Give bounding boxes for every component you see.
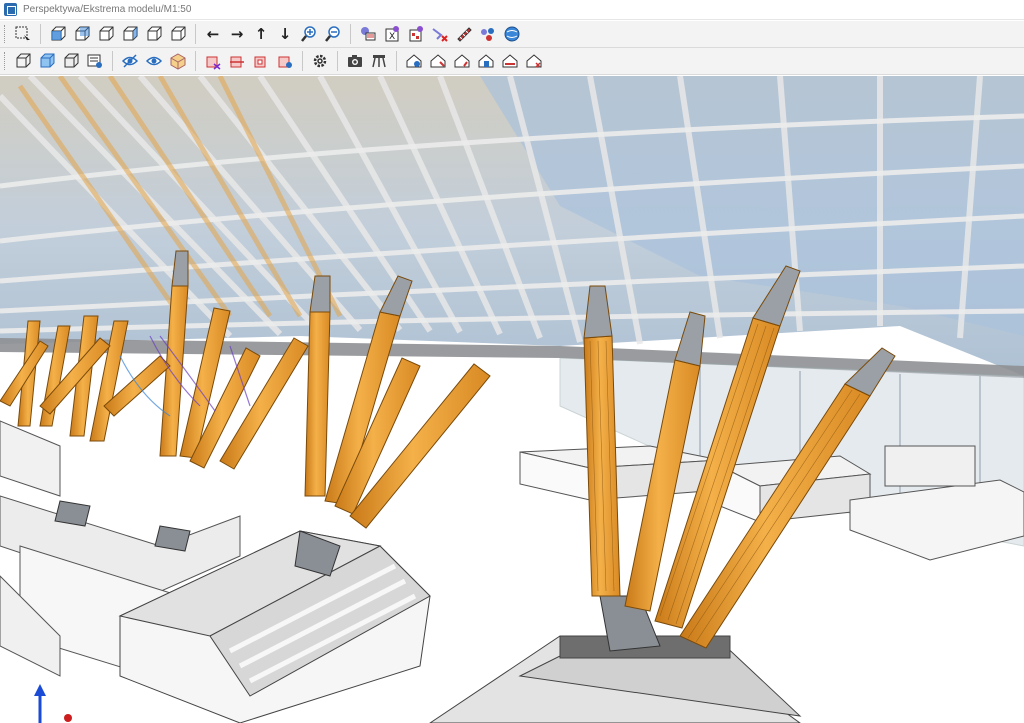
remove-filter-button[interactable] — [428, 22, 452, 46]
globe-button[interactable] — [500, 22, 524, 46]
section-settings-button[interactable] — [273, 49, 297, 73]
section-plane-button[interactable] — [225, 49, 249, 73]
window-title: Perspektywa/Ekstrema modelu/M1:50 — [23, 4, 192, 15]
render-button-3[interactable] — [450, 49, 474, 73]
toolbar-separator — [337, 51, 338, 71]
excel-export-button[interactable]: X — [380, 22, 404, 46]
render-button-5[interactable] — [498, 49, 522, 73]
excel-export-icon: X — [385, 26, 399, 42]
render-icon-5 — [502, 54, 518, 68]
view-cube-right-icon — [123, 26, 138, 41]
solid-button[interactable] — [59, 49, 83, 73]
view-cube-back-icon — [75, 26, 90, 41]
show-icon — [145, 56, 163, 66]
solid-cube-icon — [64, 53, 79, 68]
render-icon-3 — [454, 54, 470, 68]
view-front-button[interactable] — [46, 22, 70, 46]
toolbar-separator — [195, 51, 196, 71]
select-window-icon — [15, 26, 30, 42]
section-box-icon — [206, 56, 221, 70]
toolbar-separator — [350, 24, 351, 44]
view-cube-top-icon — [147, 26, 162, 41]
app-icon — [4, 3, 17, 16]
select-window-button[interactable] — [11, 22, 35, 46]
layers-icon — [361, 27, 376, 41]
window-titlebar: Perspektywa/Ekstrema modelu/M1:50 — [0, 0, 1024, 20]
pan-right-button[interactable]: → — [225, 22, 249, 46]
filter-icon — [409, 26, 423, 42]
view-right-button[interactable] — [118, 22, 142, 46]
view-cube-bottom-icon — [171, 26, 186, 41]
zoom-out-icon — [325, 26, 340, 42]
zoom-in-button[interactable] — [297, 22, 321, 46]
measure-icon — [457, 27, 472, 42]
network-icon — [481, 28, 494, 41]
zoom-in-icon — [301, 26, 316, 42]
toolbar-separator — [40, 24, 41, 44]
toolbar-separator — [112, 51, 113, 71]
render-button-6[interactable] — [522, 49, 546, 73]
toolbar-grip[interactable] — [4, 25, 7, 43]
toolbar-row-2 — [0, 48, 1024, 75]
pan-left-arrow-icon: ← — [206, 25, 220, 43]
gear-icon — [313, 54, 327, 68]
camera-icon — [348, 55, 362, 67]
isolate-box-icon — [170, 53, 186, 70]
render-icon-2 — [430, 54, 446, 68]
pan-right-arrow-icon: → — [230, 25, 244, 43]
wireframe-button[interactable] — [11, 49, 35, 73]
measure-button[interactable] — [452, 22, 476, 46]
zoom-out-button[interactable] — [321, 22, 345, 46]
render-icon-1 — [406, 54, 422, 68]
section-plane-icon — [230, 56, 244, 68]
section-clear-icon — [254, 56, 266, 68]
model-3d-scene[interactable] — [0, 76, 1024, 723]
remove-filter-icon — [432, 28, 448, 42]
section-box-button[interactable] — [201, 49, 225, 73]
filter-button[interactable] — [404, 22, 428, 46]
toolbar-separator — [396, 51, 397, 71]
isolate-button[interactable] — [166, 49, 190, 73]
section-clear-button[interactable] — [249, 49, 273, 73]
toolbar-grip[interactable] — [4, 52, 7, 70]
view-bottom-button[interactable] — [166, 22, 190, 46]
wireframe-cube-icon — [16, 53, 31, 68]
view-cube-left-icon — [99, 26, 114, 41]
pan-down-button[interactable]: ↓ — [273, 22, 297, 46]
pan-up-arrow-icon: ↑ — [254, 25, 268, 43]
model-viewport[interactable] — [0, 76, 1024, 723]
shaded-button[interactable] — [35, 49, 59, 73]
pan-left-button[interactable]: ← — [201, 22, 225, 46]
view-left-button[interactable] — [94, 22, 118, 46]
view-cube-front-icon — [51, 26, 66, 41]
section-settings-icon — [278, 56, 292, 68]
pan-down-arrow-icon: ↓ — [278, 25, 292, 43]
toolbar-separator — [302, 51, 303, 71]
layers-button[interactable] — [356, 22, 380, 46]
walk-icon — [372, 55, 386, 68]
view-top-button[interactable] — [142, 22, 166, 46]
pan-up-button[interactable]: ↑ — [249, 22, 273, 46]
render-icon-4 — [478, 54, 494, 68]
view-settings-button[interactable] — [83, 49, 107, 73]
network-button[interactable] — [476, 22, 500, 46]
view-settings-icon — [87, 54, 102, 68]
svg-text:X: X — [389, 32, 395, 42]
show-button[interactable] — [142, 49, 166, 73]
hide-icon — [121, 54, 139, 68]
settings-button[interactable] — [308, 49, 332, 73]
shaded-cube-icon — [40, 53, 55, 68]
hide-button[interactable] — [118, 49, 142, 73]
view-back-button[interactable] — [70, 22, 94, 46]
globe-icon — [504, 26, 520, 42]
render-button-4[interactable] — [474, 49, 498, 73]
render-icon-6 — [526, 54, 542, 68]
render-button-1[interactable] — [402, 49, 426, 73]
toolbar-separator — [195, 24, 196, 44]
render-button-2[interactable] — [426, 49, 450, 73]
walk-button[interactable] — [367, 49, 391, 73]
axis-triad — [34, 684, 72, 723]
camera-button[interactable] — [343, 49, 367, 73]
toolbar-row-1: ← → ↑ ↓ X — [0, 21, 1024, 48]
